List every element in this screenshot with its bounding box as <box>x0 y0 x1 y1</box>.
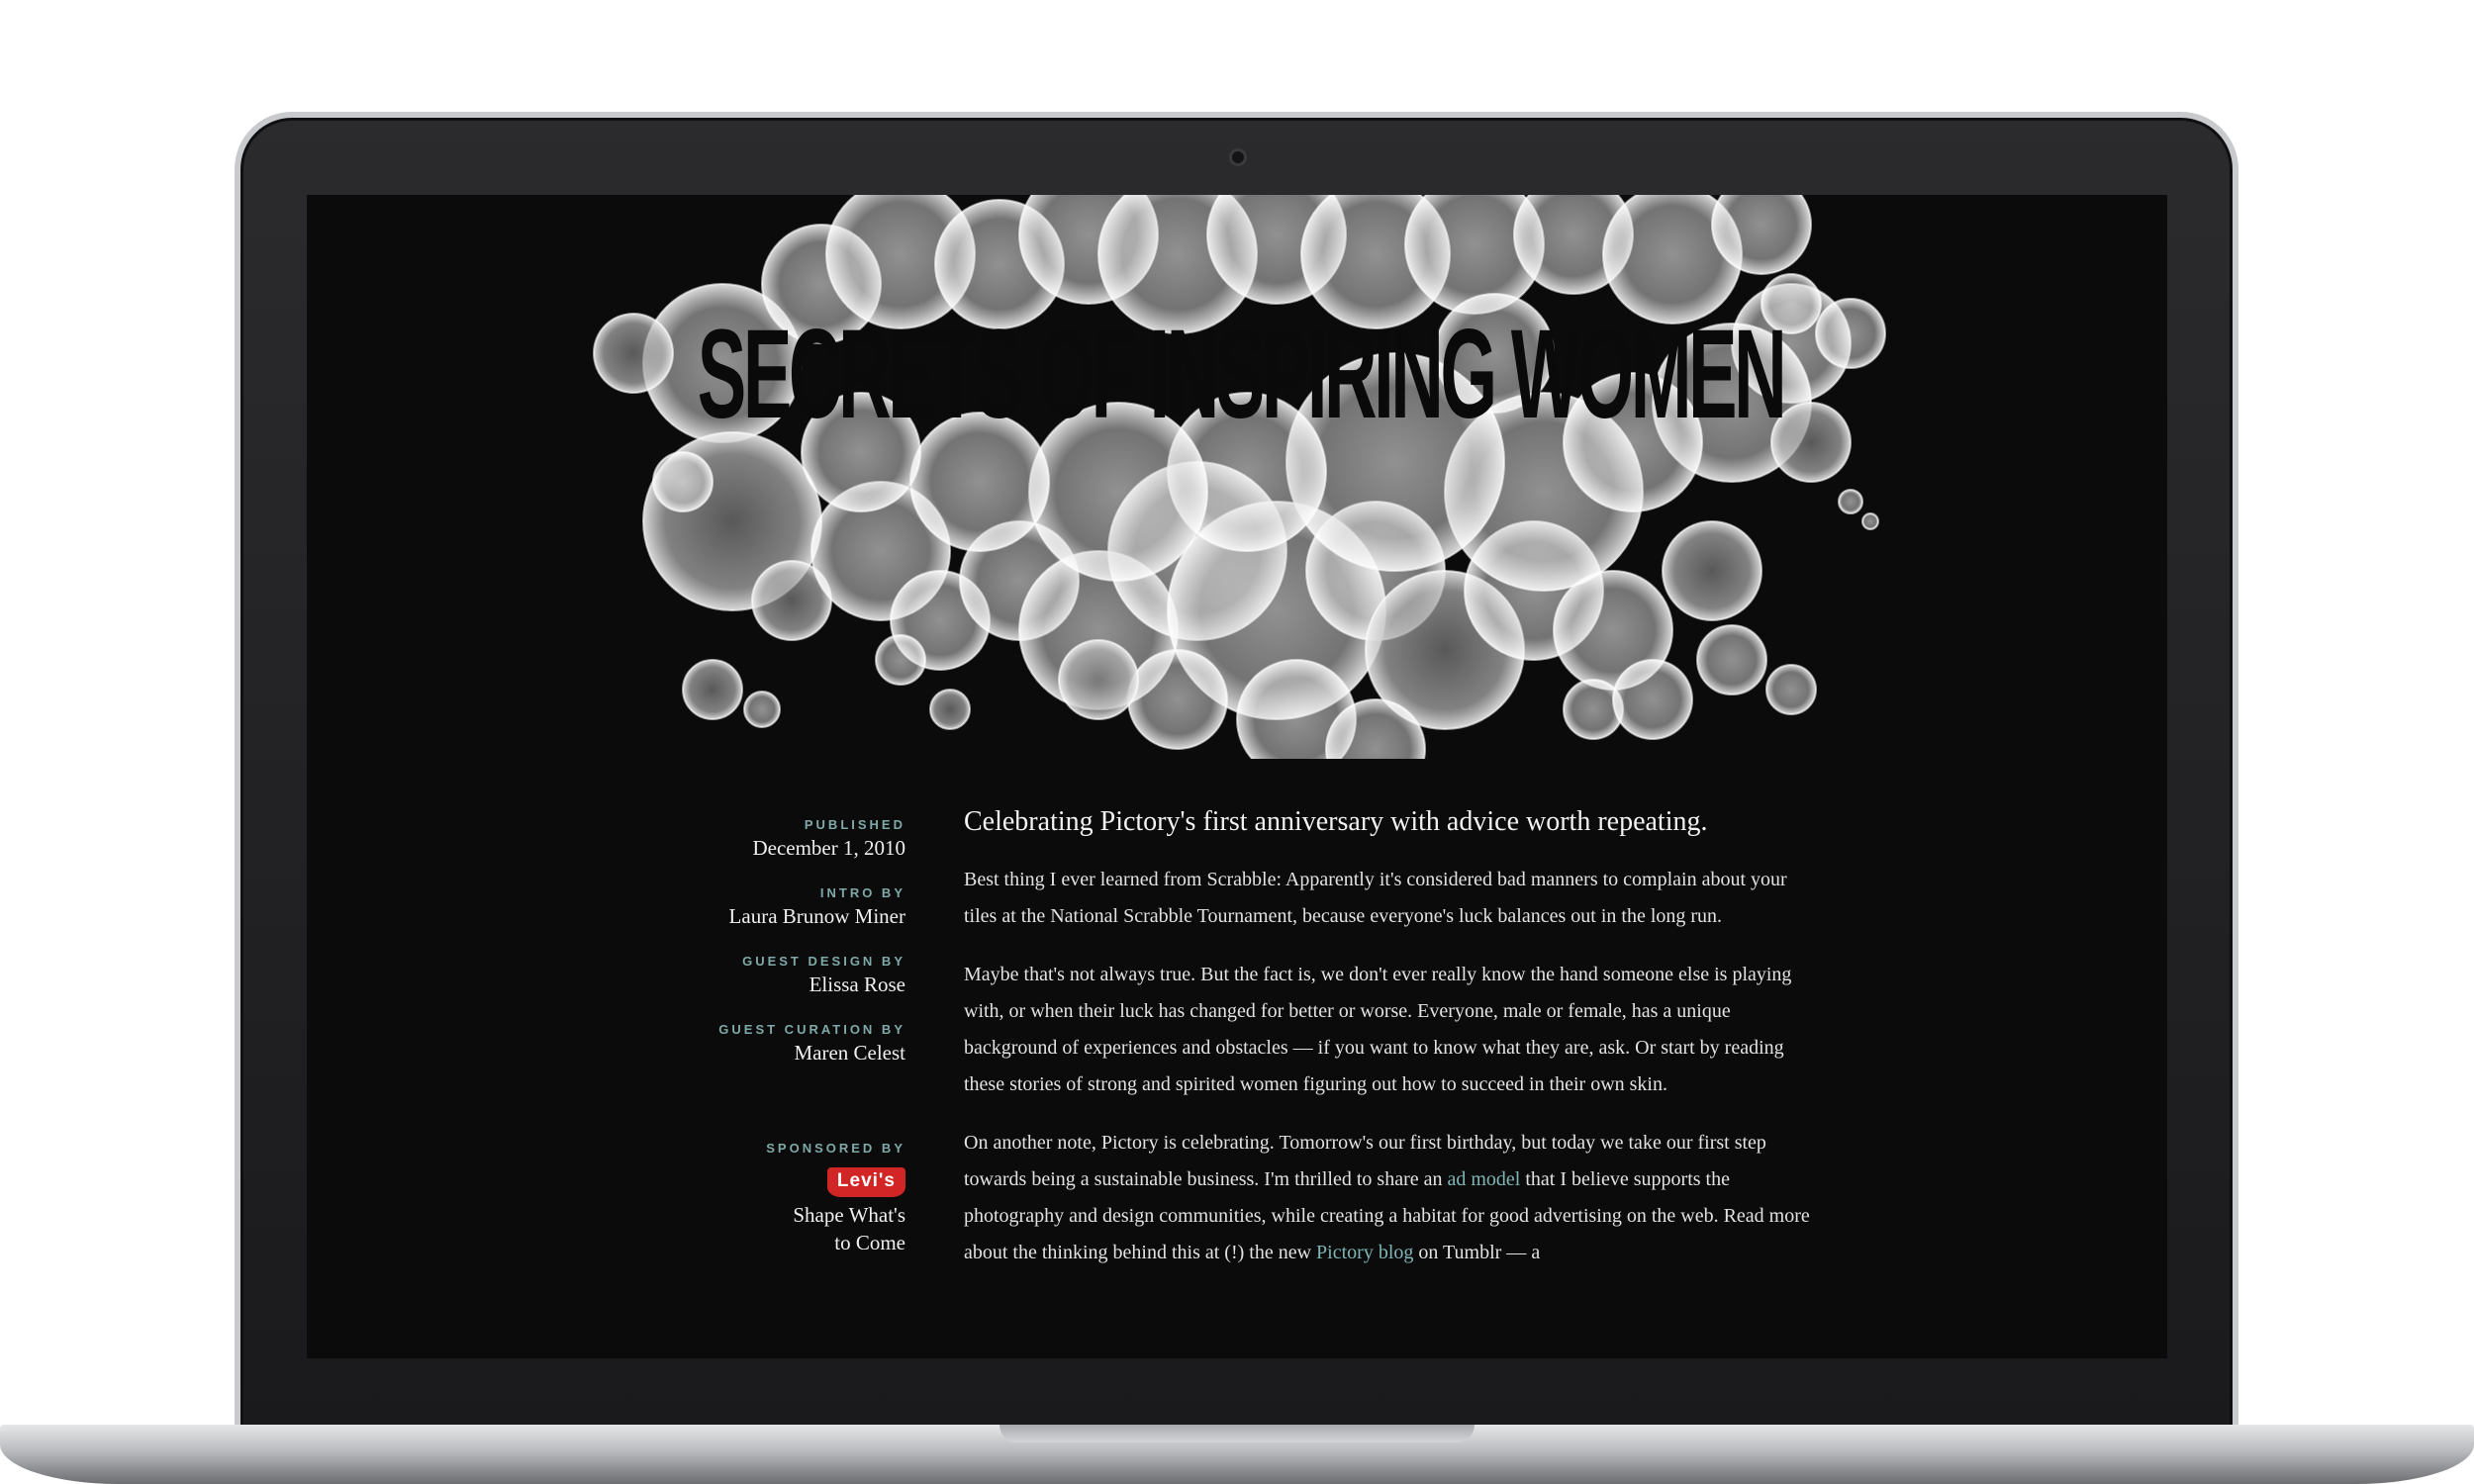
article-paragraph-1: Best thing I ever learned from Scrabble:… <box>964 869 1787 927</box>
meta-label: PUBLISHED <box>804 817 905 832</box>
bubble-shape <box>1662 520 1762 621</box>
article-body: Celebrating Pictory's first anniversary … <box>964 804 1821 1293</box>
bubble-shape <box>652 451 714 512</box>
meta-label: GUEST CURATION BY <box>718 1022 905 1037</box>
article-heading: Celebrating Pictory's first anniversary … <box>964 806 1708 837</box>
webcam-icon <box>1229 148 1247 166</box>
bubble-shape <box>743 691 781 728</box>
bubble-shape <box>1838 489 1863 514</box>
bubble-artwork <box>593 195 1886 759</box>
bubble-shape <box>1696 624 1767 696</box>
meta-value[interactable]: Laura Brunow Miner <box>604 902 905 930</box>
bubble-shape <box>1765 664 1817 715</box>
meta-design: GUEST DESIGN BY Elissa Rose <box>604 953 905 998</box>
article-paragraph-3: On another note, Pictory is celebrating.… <box>964 1125 1821 1271</box>
meta-intro: INTRO BY Laura Brunow Miner <box>604 884 905 930</box>
bubble-shape <box>1861 512 1879 530</box>
bubble-shape <box>593 313 674 394</box>
text-span: on Tumblr — a <box>1413 1242 1541 1263</box>
pictory-blog-link[interactable]: Pictory blog <box>1316 1242 1413 1263</box>
article-meta: PUBLISHED December 1, 2010 INTRO BY Laur… <box>604 816 905 1256</box>
bubble-shape <box>875 634 926 686</box>
browser-screen: SECRETS OF INSPIRING WOMEN PUBLISHED Dec… <box>307 195 2167 1358</box>
ad-model-link[interactable]: ad model <box>1448 1168 1521 1190</box>
meta-label: INTRO BY <box>819 885 905 900</box>
page-title: SECRETS OF INSPIRING WOMEN <box>697 304 1787 445</box>
article-paragraph-2: Maybe that's not always true. But the fa… <box>964 964 1792 1095</box>
sponsor-tagline[interactable]: Shape What's to Come <box>604 1201 905 1256</box>
tagline-line-2: to Come <box>834 1231 905 1254</box>
bubble-shape <box>1815 298 1886 369</box>
meta-value[interactable]: Maren Celest <box>604 1039 905 1067</box>
tagline-line-1: Shape What's <box>793 1203 905 1227</box>
meta-label: SPONSORED BY <box>766 1141 905 1156</box>
bubble-shape <box>1127 649 1228 750</box>
meta-value[interactable]: Elissa Rose <box>604 971 905 998</box>
laptop-notch <box>999 1425 1475 1442</box>
meta-curation: GUEST CURATION BY Maren Celest <box>604 1021 905 1067</box>
hero-banner: SECRETS OF INSPIRING WOMEN <box>307 195 2167 759</box>
levis-logo[interactable]: Levi's <box>826 1167 905 1197</box>
bubble-shape <box>929 689 971 730</box>
meta-published: PUBLISHED December 1, 2010 <box>604 816 905 862</box>
meta-value: December 1, 2010 <box>752 836 905 860</box>
bubble-shape <box>1612 659 1693 740</box>
bubble-shape <box>682 659 743 720</box>
sponsor-block: SPONSORED BY Levi's Shape What's to Come <box>604 1140 905 1256</box>
bubble-shape <box>1058 639 1139 720</box>
meta-label: GUEST DESIGN BY <box>742 954 905 969</box>
